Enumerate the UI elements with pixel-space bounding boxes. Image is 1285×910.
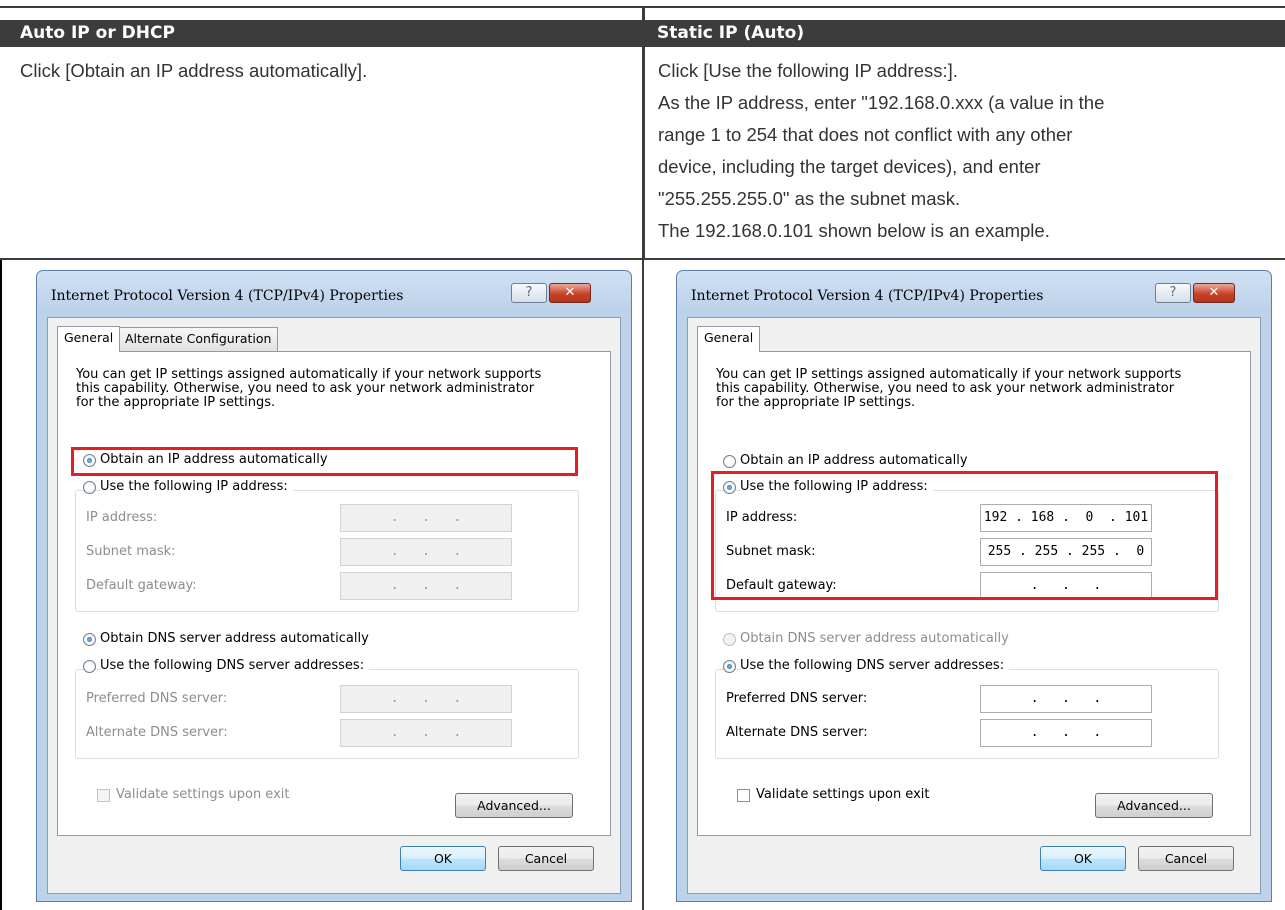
help-button[interactable]: ? bbox=[511, 283, 547, 303]
instruction-line: The 192.168.0.101 shown below is an exam… bbox=[658, 220, 1050, 241]
ipv4-properties-dialog-static: Internet Protocol Version 4 (TCP/IPv4) P… bbox=[676, 270, 1272, 902]
validate-label: Validate settings upon exit bbox=[756, 787, 930, 802]
description-text: You can get IP settings assigned automat… bbox=[716, 368, 1181, 410]
alternate-dns-field[interactable]: . . . bbox=[340, 719, 512, 747]
use-ip-radio[interactable] bbox=[83, 481, 96, 494]
ok-button[interactable]: OK bbox=[1040, 846, 1126, 871]
preferred-dns-field[interactable]: . . . bbox=[340, 685, 512, 713]
use-ip-label[interactable]: Use the following IP address: bbox=[100, 479, 293, 494]
tab-alternate-configuration[interactable]: Alternate Configuration bbox=[118, 327, 279, 351]
preferred-dns-label: Preferred DNS server: bbox=[86, 691, 228, 706]
validate-label: Validate settings upon exit bbox=[116, 787, 290, 802]
alternate-dns-field[interactable]: . . . bbox=[980, 719, 1152, 747]
column-divider bbox=[642, 8, 645, 260]
description-text: You can get IP settings assigned automat… bbox=[76, 368, 541, 410]
dialog-client-area: General You can get IP settings assigned… bbox=[687, 317, 1261, 894]
obtain-dns-radio[interactable] bbox=[723, 633, 736, 646]
default-gateway-field[interactable]: . . . bbox=[340, 572, 512, 600]
description-line: for the appropriate IP settings. bbox=[76, 395, 276, 410]
default-gateway-label: Default gateway: bbox=[86, 578, 197, 593]
general-tab-panel: You can get IP settings assigned automat… bbox=[57, 351, 611, 836]
obtain-ip-radio[interactable] bbox=[723, 455, 736, 468]
column-divider-lower bbox=[642, 260, 644, 910]
alternate-dns-label: Alternate DNS server: bbox=[726, 725, 868, 740]
description-line: this capability. Otherwise, you need to … bbox=[76, 381, 535, 396]
subnet-mask-label: Subnet mask: bbox=[86, 544, 176, 559]
obtain-dns-radio[interactable] bbox=[83, 633, 96, 646]
highlight-obtain-ip bbox=[71, 447, 578, 476]
use-dns-label[interactable]: Use the following DNS server addresses: bbox=[100, 658, 370, 673]
help-button[interactable]: ? bbox=[1155, 283, 1191, 303]
cancel-button[interactable]: Cancel bbox=[498, 846, 594, 871]
instruction-line: "255.255.255.0" as the subnet mask. bbox=[658, 188, 961, 209]
dialog-title: Internet Protocol Version 4 (TCP/IPv4) P… bbox=[691, 288, 1044, 304]
instruction-line: Click [Obtain an IP address automaticall… bbox=[20, 60, 368, 81]
description-line: for the appropriate IP settings. bbox=[716, 395, 916, 410]
row-divider bbox=[0, 258, 1285, 260]
alternate-dns-label: Alternate DNS server: bbox=[86, 725, 228, 740]
dialog-title: Internet Protocol Version 4 (TCP/IPv4) P… bbox=[51, 288, 404, 304]
description-line: You can get IP settings assigned automat… bbox=[716, 367, 1182, 382]
use-dns-radio[interactable] bbox=[723, 660, 736, 673]
obtain-dns-label[interactable]: Obtain DNS server address automatically bbox=[100, 631, 369, 646]
subnet-mask-field[interactable]: . . . bbox=[340, 538, 512, 566]
column-header-auto-ip: Auto IP or DHCP bbox=[0, 20, 642, 47]
use-dns-radio[interactable] bbox=[83, 660, 96, 673]
highlight-static-ip-fields bbox=[711, 471, 1218, 600]
instruction-auto-ip: Click [Obtain an IP address automaticall… bbox=[20, 55, 620, 87]
ok-button[interactable]: OK bbox=[400, 846, 486, 871]
obtain-dns-label[interactable]: Obtain DNS server address automatically bbox=[740, 631, 1009, 646]
validate-checkbox[interactable] bbox=[97, 789, 110, 802]
ip-address-field[interactable]: . . . bbox=[340, 504, 512, 532]
description-line: this capability. Otherwise, you need to … bbox=[716, 381, 1175, 396]
instruction-line: device, including the target devices), a… bbox=[658, 156, 1041, 177]
preferred-dns-field[interactable]: . . . bbox=[980, 685, 1152, 713]
left-frame-edge bbox=[0, 260, 2, 910]
ip-address-label: IP address: bbox=[86, 510, 158, 525]
dialog-client-area: General Alternate Configuration You can … bbox=[47, 317, 621, 894]
tab-general[interactable]: General bbox=[57, 326, 121, 352]
instruction-line: Click [Use the following IP address:]. bbox=[658, 60, 958, 81]
advanced-button[interactable]: Advanced... bbox=[1095, 793, 1213, 818]
advanced-button[interactable]: Advanced... bbox=[455, 793, 573, 818]
close-button[interactable]: ✕ bbox=[1193, 283, 1235, 303]
instruction-line: As the IP address, enter "192.168.0.xxx … bbox=[658, 92, 1105, 113]
close-button[interactable]: ✕ bbox=[549, 283, 591, 303]
tab-general[interactable]: General bbox=[697, 326, 761, 352]
column-header-static-ip: Static IP (Auto) bbox=[645, 20, 1285, 47]
general-tab-panel: You can get IP settings assigned automat… bbox=[697, 351, 1251, 836]
cancel-button[interactable]: Cancel bbox=[1138, 846, 1234, 871]
use-dns-label[interactable]: Use the following DNS server addresses: bbox=[740, 658, 1010, 673]
description-line: You can get IP settings assigned automat… bbox=[76, 367, 542, 382]
validate-checkbox[interactable] bbox=[737, 789, 750, 802]
instruction-line: range 1 to 254 that does not conflict wi… bbox=[658, 124, 1073, 145]
instruction-static-ip: Click [Use the following IP address:]. A… bbox=[658, 55, 1278, 247]
ipv4-properties-dialog-auto: Internet Protocol Version 4 (TCP/IPv4) P… bbox=[36, 270, 632, 902]
preferred-dns-label: Preferred DNS server: bbox=[726, 691, 868, 706]
obtain-ip-label[interactable]: Obtain an IP address automatically bbox=[740, 453, 968, 468]
